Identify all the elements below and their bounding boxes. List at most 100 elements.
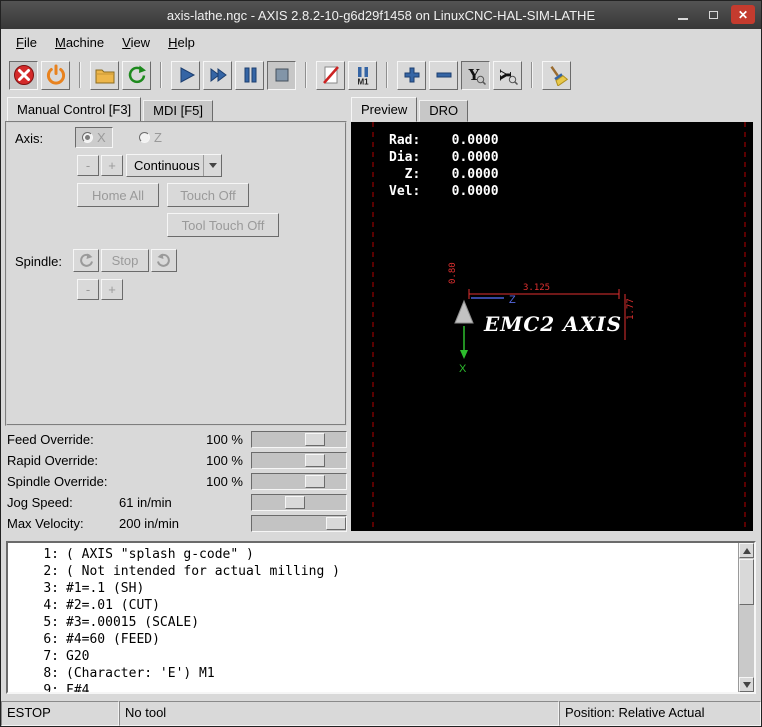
spindle-reverse-button[interactable]: [73, 249, 99, 272]
gcode-line-text: #1=.1 (SH): [66, 580, 144, 597]
gcode-line-number: 7:: [8, 648, 66, 665]
estop-icon: [13, 64, 35, 86]
slider-thumb[interactable]: [305, 475, 325, 488]
slider-thumb[interactable]: [326, 517, 346, 530]
axis-radio-x[interactable]: X: [75, 127, 113, 148]
spindle-ccw-icon: [77, 253, 95, 269]
gcode-line[interactable]: 2:( Not intended for actual milling ): [8, 563, 737, 580]
toolbar-separator: [160, 62, 162, 88]
jog-speed-value: 61 in/min: [119, 495, 251, 510]
jog-speed-slider[interactable]: [251, 494, 347, 511]
spindle-forward-button[interactable]: [151, 249, 177, 272]
tab-dro[interactable]: DRO: [419, 100, 468, 122]
slider-thumb[interactable]: [285, 496, 305, 509]
gcode-line[interactable]: 6:#4=60 (FEED): [8, 631, 737, 648]
jog-mode-select[interactable]: Continuous: [126, 154, 222, 177]
maximize-icon: [709, 11, 718, 19]
run-program-button[interactable]: [171, 61, 200, 90]
radio-indicator: [139, 132, 150, 143]
gcode-line[interactable]: 5:#3=.00015 (SCALE): [8, 614, 737, 631]
spindle-stop-button[interactable]: Stop: [101, 249, 149, 272]
menu-machine[interactable]: Machine: [46, 31, 113, 54]
pause-button[interactable]: [235, 61, 264, 90]
scroll-up-button[interactable]: [739, 543, 754, 558]
spindle-minus-button[interactable]: -: [77, 279, 99, 300]
gcode-scrollbar[interactable]: [738, 543, 754, 692]
feed-override-slider[interactable]: [251, 431, 347, 448]
spindle-override-slider[interactable]: [251, 473, 347, 490]
gcode-listing[interactable]: 1:( AXIS "splash g-code" ) 2:( Not inten…: [6, 541, 756, 694]
scrollbar-thumb[interactable]: [739, 559, 754, 605]
gcode-line[interactable]: 7:G20: [8, 648, 737, 665]
touch-off-button[interactable]: Touch Off: [167, 183, 249, 207]
slider-thumb[interactable]: [305, 433, 325, 446]
spindle-plus-button[interactable]: +: [101, 279, 123, 300]
tab-preview[interactable]: Preview: [351, 97, 417, 122]
view-y-rotated-button[interactable]: Y: [493, 61, 522, 90]
gcode-line[interactable]: 3:#1=.1 (SH): [8, 580, 737, 597]
skip-lines-button[interactable]: [316, 61, 345, 90]
combo-arrow: [203, 155, 221, 176]
gcode-line-number: 6:: [8, 631, 66, 648]
reload-file-button[interactable]: [122, 61, 151, 90]
toolbar-separator: [79, 62, 81, 88]
toolbar: M1 Y Y: [1, 55, 761, 95]
menu-file[interactable]: File: [7, 31, 46, 54]
gcode-line-text: G20: [66, 648, 89, 665]
dim-tool-label: 0.80: [448, 262, 458, 284]
menubar: File Machine View Help: [1, 29, 761, 55]
gcode-line-number: 2:: [8, 563, 66, 580]
dim-width-label: 3.125: [523, 283, 550, 293]
preview-canvas[interactable]: 3.125 1.77 0.80 X Z Rad: 0.0000 Dia: 0.0…: [351, 122, 753, 531]
rapid-override-slider[interactable]: [251, 452, 347, 469]
estop-button[interactable]: [9, 61, 38, 90]
stop-button[interactable]: [267, 61, 296, 90]
toolbar-separator: [531, 62, 533, 88]
menu-help[interactable]: Help: [159, 31, 204, 54]
tab-manual-control[interactable]: Manual Control [F3]: [7, 97, 141, 122]
gcode-line[interactable]: 1:( AXIS "splash g-code" ): [8, 546, 737, 563]
machine-power-button[interactable]: [41, 61, 70, 90]
jog-speed-row: Jog Speed: 61 in/min: [7, 492, 347, 513]
dro-readout: Rad: 0.0000 Dia: 0.0000 Z: 0.0000 Vel: 0…: [389, 132, 499, 200]
zoom-in-button[interactable]: [397, 61, 426, 90]
home-all-button[interactable]: Home All: [77, 183, 159, 207]
max-velocity-row: Max Velocity: 200 in/min: [7, 513, 347, 534]
maximize-button[interactable]: [701, 5, 725, 24]
left-tab-bar: Manual Control [F3] MDI [F5]: [7, 97, 215, 122]
scroll-up-icon: [743, 548, 751, 554]
status-estop: ESTOP: [1, 701, 119, 726]
close-icon: ✕: [738, 8, 748, 22]
gcode-line[interactable]: 4:#2=.01 (CUT): [8, 597, 737, 614]
jog-plus-button[interactable]: +: [101, 155, 123, 176]
scroll-down-button[interactable]: [739, 677, 754, 692]
zoom-in-icon: [401, 64, 423, 86]
jog-minus-button[interactable]: -: [77, 155, 99, 176]
max-velocity-slider[interactable]: [251, 515, 347, 532]
zoom-out-button[interactable]: [429, 61, 458, 90]
gcode-line-number: 1:: [8, 546, 66, 563]
menu-view[interactable]: View: [113, 31, 159, 54]
window-title: axis-lathe.ngc - AXIS 2.8.2-10-g6d29f145…: [1, 8, 761, 23]
tool-touch-off-button[interactable]: Tool Touch Off: [167, 213, 279, 237]
close-button[interactable]: ✕: [731, 5, 755, 24]
gcode-line[interactable]: 8:(Character: 'E') M1: [8, 665, 737, 682]
run-step-button[interactable]: [203, 61, 232, 90]
tab-mdi[interactable]: MDI [F5]: [143, 100, 213, 122]
open-file-button[interactable]: [90, 61, 119, 90]
slider-thumb[interactable]: [305, 454, 325, 467]
axis-label: Axis:: [15, 131, 43, 146]
block-delete-icon: [320, 64, 342, 86]
clear-plot-button[interactable]: [542, 61, 571, 90]
view-y-rotated-icon: Y: [497, 64, 519, 86]
titlebar[interactable]: axis-lathe.ngc - AXIS 2.8.2-10-g6d29f145…: [1, 1, 761, 29]
axis-radio-z[interactable]: Z: [133, 128, 168, 147]
gcode-lines: 1:( AXIS "splash g-code" ) 2:( Not inten…: [8, 546, 737, 694]
svg-text:M1: M1: [357, 78, 369, 87]
view-y-button[interactable]: Y: [461, 61, 490, 90]
scroll-down-icon: [743, 682, 751, 688]
minimize-button[interactable]: [671, 5, 695, 24]
gcode-line-text: F#4: [66, 682, 89, 694]
gcode-line[interactable]: 9:F#4: [8, 682, 737, 694]
optional-pause-button[interactable]: M1: [348, 61, 377, 90]
